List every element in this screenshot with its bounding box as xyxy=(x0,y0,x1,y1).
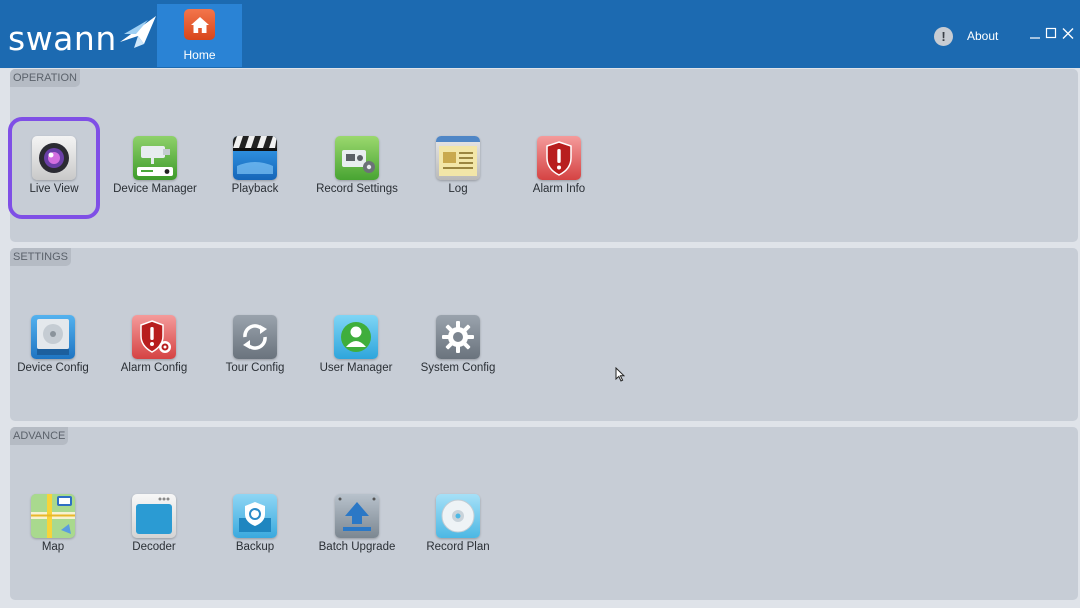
section-title-advance: ADVANCE xyxy=(10,427,69,445)
mouse-cursor-icon xyxy=(615,367,625,382)
tile-device-manager[interactable]: Device Manager xyxy=(113,136,197,196)
tile-log[interactable]: Log xyxy=(416,136,500,196)
tile-label: Backup xyxy=(235,541,275,553)
tile-live-view[interactable]: Live View xyxy=(8,117,100,219)
tile-system-config[interactable]: System Config xyxy=(416,315,500,375)
maximize-icon[interactable] xyxy=(1044,27,1058,41)
tile-label: Map xyxy=(41,541,65,553)
backup-icon xyxy=(233,494,277,538)
tile-record-settings[interactable]: Record Settings xyxy=(315,136,399,196)
tab-home-label: Home xyxy=(183,48,216,62)
about-label: About xyxy=(967,29,999,43)
clapperboard-icon xyxy=(233,136,277,180)
tile-label: Batch Upgrade xyxy=(318,541,396,553)
tile-label: Live View xyxy=(29,183,79,195)
logo-text: swann xyxy=(8,19,117,58)
tile-decoder[interactable]: Decoder xyxy=(112,494,196,554)
hard-drive-icon xyxy=(31,315,75,359)
gear-icon xyxy=(436,315,480,359)
operation-section: OPERATION Live View Device Manager Playb… xyxy=(8,69,1078,242)
tile-device-config[interactable]: Device Config xyxy=(11,315,95,375)
tile-record-plan[interactable]: Record Plan xyxy=(416,494,500,554)
tile-alarm-config[interactable]: Alarm Config xyxy=(112,315,196,375)
section-title-operation: OPERATION xyxy=(10,69,80,87)
section-title-settings: SETTINGS xyxy=(10,248,72,266)
disc-icon xyxy=(436,494,480,538)
camera-device-icon xyxy=(133,136,177,180)
alarm-shield-icon xyxy=(537,136,581,180)
info-exclamation-icon: ! xyxy=(934,26,953,46)
swann-logo: swann xyxy=(8,14,156,58)
tile-label: User Manager xyxy=(319,362,393,374)
settings-section: SETTINGS Device Config Alarm Config Tour… xyxy=(10,248,1078,421)
refresh-cycle-icon xyxy=(233,315,277,359)
advance-section: ADVANCE Map Decoder Backup Batch Upgrade… xyxy=(10,427,1078,600)
tile-label: Decoder xyxy=(132,541,176,553)
recorder-icon xyxy=(335,136,379,180)
tile-playback[interactable]: Playback xyxy=(213,136,297,196)
tile-label: Record Settings xyxy=(316,183,398,195)
tile-user-manager[interactable]: User Manager xyxy=(314,315,398,375)
about-button[interactable]: ! About xyxy=(934,25,998,47)
tile-map[interactable]: Map xyxy=(11,494,95,554)
user-icon xyxy=(334,315,378,359)
tile-backup[interactable]: Backup xyxy=(213,494,297,554)
tile-label: Playback xyxy=(231,183,279,195)
home-icon xyxy=(184,9,215,40)
tile-label: Device Manager xyxy=(113,183,197,195)
tile-label: Alarm Info xyxy=(532,183,586,195)
tile-label: Alarm Config xyxy=(120,362,188,374)
map-icon xyxy=(31,494,75,538)
close-icon[interactable] xyxy=(1061,27,1075,41)
tile-label: Log xyxy=(448,183,468,195)
upgrade-arrow-icon xyxy=(335,494,379,538)
tile-alarm-info[interactable]: Alarm Info xyxy=(517,136,601,196)
tile-label: Record Plan xyxy=(426,541,490,553)
minimize-icon[interactable] xyxy=(1028,27,1042,41)
alarm-config-icon xyxy=(132,315,176,359)
tile-label: System Config xyxy=(420,362,496,374)
title-bar: swann Home ! About xyxy=(0,0,1080,68)
tile-tour-config[interactable]: Tour Config xyxy=(213,315,297,375)
log-book-icon xyxy=(436,136,480,180)
bird-logo-icon xyxy=(120,16,156,48)
camera-lens-icon xyxy=(32,136,76,180)
tab-home[interactable]: Home xyxy=(157,4,242,67)
decoder-icon xyxy=(132,494,176,538)
tile-batch-upgrade[interactable]: Batch Upgrade xyxy=(315,494,399,554)
tile-label: Device Config xyxy=(17,362,89,374)
tile-label: Tour Config xyxy=(225,362,285,374)
